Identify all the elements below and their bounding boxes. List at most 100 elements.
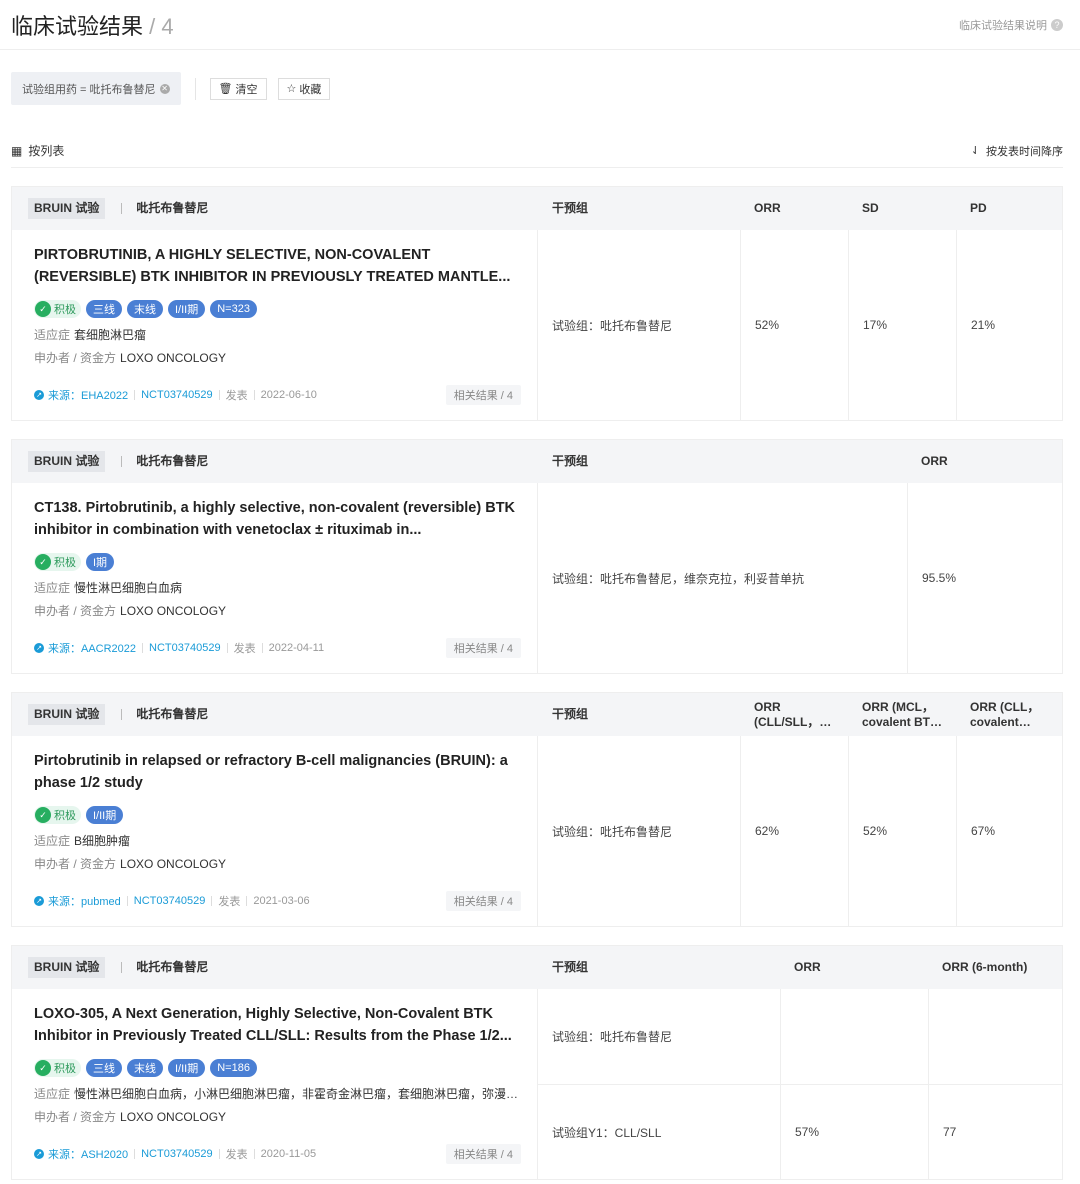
positive-label: 积极 xyxy=(54,810,76,822)
positive-badge: ✓ 积极 xyxy=(34,1059,81,1077)
trial-tag[interactable]: BRUIN 试验 xyxy=(28,704,106,725)
metric-header: ORR xyxy=(907,440,1062,483)
results-help-link[interactable]: 临床试验结果说明 ? xyxy=(959,17,1063,33)
study-info: PIRTOBRUTINIB, A HIGHLY SELECTIVE, NON-C… xyxy=(12,230,538,420)
metric-value: 67% xyxy=(956,736,1062,926)
metric-value: 95.5% xyxy=(907,483,1062,673)
indication-value: 套细胞淋巴瘤 xyxy=(74,328,147,342)
filter-chip-drug[interactable]: 试验组用药 = 吡托布鲁替尼 ✕ xyxy=(11,72,181,105)
result-count: / 4 xyxy=(149,13,174,39)
drug-name: 吡托布鲁替尼 xyxy=(136,201,209,215)
source-link[interactable]: 来源：AACR2022 xyxy=(48,640,136,656)
sponsor-label: 申办者 / 资金方 xyxy=(34,351,117,365)
paper-title[interactable]: LOXO-305, A Next Generation, Highly Sele… xyxy=(34,1003,521,1047)
page-header: 临床试验结果 / 4 临床试验结果说明 ? xyxy=(0,0,1080,50)
link-icon: ↗ xyxy=(34,390,44,400)
divider xyxy=(121,456,123,467)
intervention-group: 试验组：吡托布鲁替尼 xyxy=(552,1030,673,1044)
related-results-button[interactable]: 相关结果 / 4 xyxy=(445,1144,521,1164)
shield-check-icon: ✓ xyxy=(35,554,51,570)
favorite-button[interactable]: ☆ 收藏 xyxy=(277,77,331,100)
page-title-text: 临床试验结果 xyxy=(11,13,144,39)
tag-badge: 末线 xyxy=(127,300,163,318)
metric-header-label: ORR (CLL/SLL，covalent… xyxy=(754,699,820,729)
published-label: 发表 xyxy=(225,1149,248,1161)
study-info: Pirtobrutinib in relapsed or refractory … xyxy=(12,736,538,926)
source-link[interactable]: 来源：EHA2022 xyxy=(48,387,128,403)
indication-label: 适应症 xyxy=(34,328,71,342)
badge-row: ✓ 积极 I/II期 xyxy=(34,806,521,824)
page-title: 临床试验结果 / 4 xyxy=(11,9,174,41)
remove-filter-icon[interactable]: ✕ xyxy=(159,83,170,94)
divider xyxy=(253,1149,255,1159)
related-results-button[interactable]: 相关结果 / 4 xyxy=(445,891,521,911)
sponsor-value: LOXO ONCOLOGY xyxy=(120,351,227,365)
related-results-button[interactable]: 相关结果 / 4 xyxy=(445,638,521,658)
tag-badge: I期 xyxy=(86,553,115,571)
badge-row: ✓ 积极 I期 xyxy=(34,553,521,571)
divider xyxy=(246,896,248,906)
sort-icon: ⇃ xyxy=(970,145,980,157)
indication-value: 慢性淋巴细胞白血病，小淋巴细胞淋巴瘤，非霍奇金淋巴瘤，套细胞淋巴瘤，弥漫性... xyxy=(74,1087,521,1101)
metric-header: ORR (6-month) xyxy=(928,946,1062,989)
trial-tag[interactable]: BRUIN 试验 xyxy=(28,451,106,472)
indication-label: 适应症 xyxy=(34,834,71,848)
related-results-button[interactable]: 相关结果 / 4 xyxy=(445,385,521,405)
metric-header-label: ORR xyxy=(794,960,821,974)
help-label: 临床试验结果说明 xyxy=(959,19,1047,32)
source-row: ↗ 来源：pubmed NCT03740529 发表 2021-03-06 相关结果 / … xyxy=(34,891,521,911)
tag-badge: 末线 xyxy=(127,1059,163,1077)
nct-link[interactable]: NCT03740529 xyxy=(141,1148,213,1160)
published-date: 2022-04-11 xyxy=(268,642,325,654)
published-date: 2021-03-06 xyxy=(253,895,310,907)
sponsor-label: 申办者 / 资金方 xyxy=(34,857,117,871)
result-card: BRUIN 试验 吡托布鲁替尼 干预组 ORR CT138. Pirtobrutinib… xyxy=(11,439,1063,674)
nct-link[interactable]: NCT03740529 xyxy=(149,642,221,654)
paper-title[interactable]: Pirtobrutinib in relapsed or refractory … xyxy=(34,750,521,794)
sponsor-value: LOXO ONCOLOGY xyxy=(120,857,227,871)
paper-title[interactable]: PIRTOBRUTINIB, A HIGHLY SELECTIVE, NON-C… xyxy=(34,244,521,288)
study-header: BRUIN 试验 吡托布鲁替尼 xyxy=(12,440,538,483)
source-link[interactable]: 来源：ASH2020 xyxy=(48,1146,128,1162)
metric-header: ORR xyxy=(780,946,928,989)
metric-header: PD xyxy=(956,187,1062,230)
source-row: ↗ 来源：EHA2022 NCT03740529 发表 2022-06-10 相关结果 /… xyxy=(34,385,521,405)
tag-badge: N=323 xyxy=(210,300,257,318)
link-icon: ↗ xyxy=(34,896,44,906)
indication: 适应症 B细胞肿瘤 xyxy=(34,832,521,849)
shield-check-icon: ✓ xyxy=(35,807,51,823)
shield-check-icon: ✓ xyxy=(35,301,51,317)
result-card: BRUIN 试验 吡托布鲁替尼 干预组 ORR (CLL/SLL，covalent… O… xyxy=(11,692,1063,927)
tag-badge: N=186 xyxy=(210,1059,257,1077)
metric-value: 52% xyxy=(848,736,956,926)
trash-icon: 🗑 xyxy=(218,83,233,95)
badge-row: ✓ 积极 三线 末线 I/II期 N=323 xyxy=(34,300,521,318)
published-label: 发表 xyxy=(225,390,248,402)
divider xyxy=(218,1149,220,1159)
drug-name: 吡托布鲁替尼 xyxy=(136,454,209,468)
clear-label: 清空 xyxy=(235,83,258,96)
clear-button[interactable]: 🗑 清空 xyxy=(209,77,267,100)
metric-value xyxy=(780,989,928,1084)
trial-tag[interactable]: BRUIN 试验 xyxy=(28,198,106,219)
favorite-label: 收藏 xyxy=(299,83,322,96)
tag-badge: 三线 xyxy=(86,1059,122,1077)
metric-value: 77 xyxy=(928,1084,1062,1179)
published-label: 发表 xyxy=(233,643,256,655)
list-view-toggle[interactable]: ▦ 按列表 xyxy=(11,142,64,159)
study-info: CT138. Pirtobrutinib, a highly selective… xyxy=(12,483,538,673)
indication-label: 适应症 xyxy=(34,581,71,595)
source-link[interactable]: 来源：pubmed xyxy=(48,893,121,909)
divider xyxy=(121,203,123,214)
trial-tag[interactable]: BRUIN 试验 xyxy=(28,957,106,978)
nct-link[interactable]: NCT03740529 xyxy=(141,389,213,401)
drug-name: 吡托布鲁替尼 xyxy=(136,707,209,721)
nct-link[interactable]: NCT03740529 xyxy=(134,895,206,907)
sort-control[interactable]: ⇃ 按发表时间降序 xyxy=(971,143,1063,159)
divider xyxy=(134,390,136,400)
divider xyxy=(226,643,228,653)
paper-title[interactable]: CT138. Pirtobrutinib, a highly selective… xyxy=(34,497,521,541)
link-icon: ↗ xyxy=(34,643,44,653)
study-info: LOXO-305, A Next Generation, Highly Sele… xyxy=(12,989,538,1179)
study-header: BRUIN 试验 吡托布鲁替尼 xyxy=(12,187,538,230)
